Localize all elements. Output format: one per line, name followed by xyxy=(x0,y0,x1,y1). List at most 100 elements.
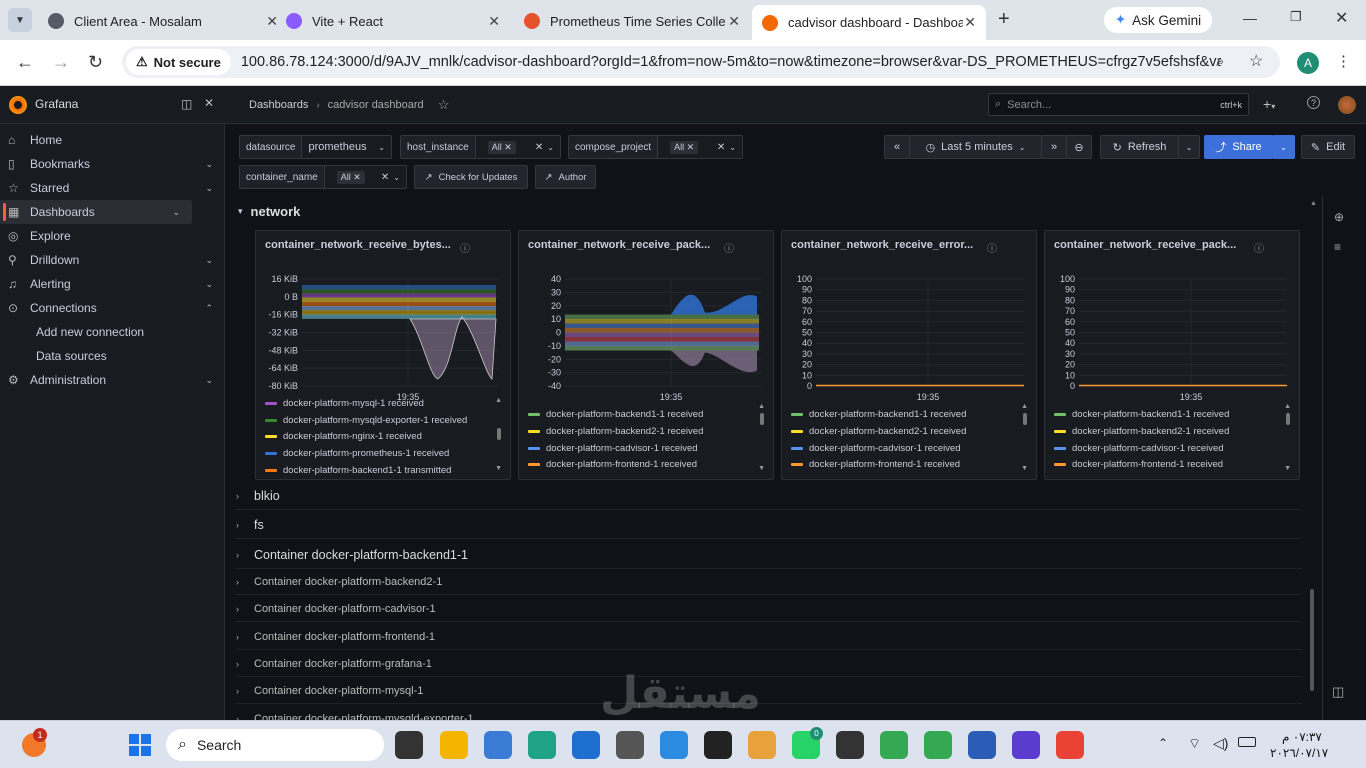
photos-icon[interactable] xyxy=(616,731,644,759)
legend-item[interactable]: docker-platform-cadvisor-1 received xyxy=(791,443,961,454)
minimize-button[interactable]: — xyxy=(1243,10,1257,26)
vscode-icon[interactable] xyxy=(660,731,688,759)
legend-scrollbar[interactable] xyxy=(1023,413,1027,425)
share-options-button[interactable]: ⌄ xyxy=(1272,135,1295,159)
time-back-button[interactable]: « xyxy=(884,135,910,159)
browser-menu-icon[interactable]: ⋮ xyxy=(1336,52,1351,70)
vertical-scrollbar[interactable] xyxy=(1310,589,1314,691)
panel-title[interactable]: container_network_receive_error... xyxy=(791,239,973,251)
search-input[interactable]: ⌕ Search... ctrl+k xyxy=(988,93,1249,116)
browser-tab[interactable]: cadvisor dashboard - Dashboar ✕ xyxy=(752,5,986,40)
legend-item[interactable]: docker-platform-backend2-1 received xyxy=(528,426,703,437)
legend-item[interactable]: docker-platform-backend1-1 received xyxy=(791,409,966,420)
bookmark-star-icon[interactable]: ☆ xyxy=(1249,51,1263,71)
legend-item[interactable]: docker-platform-nginx-1 received xyxy=(265,431,422,442)
pycharm-icon[interactable] xyxy=(704,731,732,759)
forward-icon[interactable]: → xyxy=(52,52,70,73)
dashboard-row[interactable]: › blkio xyxy=(236,489,1302,510)
volume-icon[interactable]: ◁) xyxy=(1213,735,1228,752)
refresh-button[interactable]: ↻ Refresh xyxy=(1100,135,1179,159)
toggle-pane-icon[interactable]: ◫ xyxy=(1332,684,1344,700)
breadcrumb-root[interactable]: Dashboards xyxy=(249,99,308,111)
chrome-active-icon[interactable] xyxy=(924,731,952,759)
taskbar-search[interactable]: ⌕ Search xyxy=(166,729,384,761)
chrome-profile-icon[interactable] xyxy=(1056,731,1084,759)
legend-item[interactable]: docker-platform-frontend-1 received xyxy=(1054,459,1223,470)
reload-icon[interactable]: ↻ xyxy=(88,52,103,73)
legend-item[interactable]: docker-platform-cadvisor-1 received xyxy=(528,443,698,454)
sidebar-item-administration[interactable]: ⚙ Administration ⌄ xyxy=(0,368,225,392)
chevron-down-icon[interactable]: ⌄ xyxy=(205,255,213,266)
chevron-down-icon[interactable]: ⌄ xyxy=(205,375,213,386)
edit-button[interactable]: ✎ Edit xyxy=(1301,135,1355,159)
clear-icon[interactable]: ✕ xyxy=(381,172,389,183)
store-icon[interactable] xyxy=(484,731,512,759)
dashboard-row[interactable]: › Container docker-platform-backend1-1 xyxy=(236,548,1302,569)
obs-icon[interactable] xyxy=(836,731,864,759)
info-icon[interactable]: ⓘ xyxy=(460,240,470,255)
timeseries-panel[interactable]: container_network_receive_pack... ⓘ 40 30 20… xyxy=(518,230,774,480)
timeseries-panel[interactable]: container_network_receive_bytes... ⓘ 16 Ki… xyxy=(255,230,511,480)
tab-close-icon[interactable]: ✕ xyxy=(964,14,976,31)
wifi-icon[interactable]: ⌔ xyxy=(1188,735,1201,753)
new-tab-button[interactable]: + xyxy=(998,8,1010,31)
legend-item[interactable]: docker-platform-frontend-1 received xyxy=(528,459,697,470)
panel-title[interactable]: container_network_receive_pack... xyxy=(1054,239,1236,251)
chevron-up-icon[interactable]: ⌃ xyxy=(205,303,213,314)
dashboard-row[interactable]: › Container docker-platform-mysql-1 xyxy=(236,685,1302,704)
host-instance-variable[interactable]: host_instance All ✕ ✕ ⌄ xyxy=(400,135,561,159)
dashboard-row[interactable]: › Container docker-platform-cadvisor-1 xyxy=(236,603,1302,622)
compose-project-variable[interactable]: compose_project All ✕ ✕ ⌄ xyxy=(568,135,743,159)
tray-chevron-icon[interactable]: ⌃ xyxy=(1158,736,1168,750)
panel-title[interactable]: container_network_receive_pack... xyxy=(528,239,710,251)
zoom-icon[interactable]: ⌕ xyxy=(1216,53,1224,70)
tab-close-icon[interactable]: ✕ xyxy=(728,13,740,30)
timeseries-panel[interactable]: container_network_receive_pack... ⓘ 100 90 8… xyxy=(1044,230,1300,480)
sidebar-item-drilldown[interactable]: ⚲ Drilldown ⌄ xyxy=(0,248,225,272)
dock-menu-icon[interactable]: ◫ xyxy=(181,97,192,111)
container-name-variable[interactable]: container_name All ✕ ✕ ⌄ xyxy=(239,165,407,189)
browser-tab[interactable]: Client Area - Mosalam ✕ xyxy=(38,6,288,36)
git-icon[interactable] xyxy=(748,731,776,759)
chevron-down-icon[interactable]: ⌄ xyxy=(205,279,213,290)
close-window-button[interactable]: ✕ xyxy=(1335,8,1348,28)
legend-item[interactable]: docker-platform-prometheus-1 received xyxy=(265,448,449,459)
dashboard-row[interactable]: › fs xyxy=(236,518,1302,539)
legend-item[interactable]: docker-platform-cadvisor-1 received xyxy=(1054,443,1224,454)
legend-scroll-up-icon[interactable]: ▲ xyxy=(1284,403,1291,410)
close-menu-icon[interactable]: ✕ xyxy=(204,96,214,110)
ask-gemini-button[interactable]: ✦ Ask Gemini xyxy=(1104,7,1212,33)
tab-search-button[interactable]: ▼ xyxy=(8,8,32,32)
legend-item[interactable]: docker-platform-backend2-1 received xyxy=(1054,426,1229,437)
legend-item[interactable]: docker-platform-backend1-1 transmitted xyxy=(265,465,451,476)
legend-item[interactable]: docker-platform-backend1-1 received xyxy=(528,409,703,420)
grafana-logo-icon[interactable] xyxy=(9,96,27,114)
dashboard-row[interactable]: › Container docker-platform-backend2-1 xyxy=(236,576,1302,595)
edge-icon[interactable] xyxy=(528,731,556,759)
clock-date[interactable]: ٢٠٢٦/٠٧/١٧ xyxy=(1270,746,1328,760)
clock-time[interactable]: ٠٧:٣٧ م xyxy=(1282,730,1322,744)
vivaldi-icon[interactable] xyxy=(1012,731,1040,759)
legend-scroll-down-icon[interactable]: ▼ xyxy=(495,465,502,472)
legend-item[interactable]: docker-platform-mysql-1 received xyxy=(265,398,424,409)
legend-scroll-down-icon[interactable]: ▼ xyxy=(758,465,765,472)
add-panel-icon[interactable]: ⊕ xyxy=(1334,210,1344,224)
info-icon[interactable]: ⓘ xyxy=(1254,240,1264,255)
start-icon[interactable] xyxy=(129,734,151,756)
sidebar-item-dashboards[interactable]: ▦ Dashboards ⌄ xyxy=(0,200,192,224)
powershell-icon[interactable] xyxy=(968,731,996,759)
sidebar-item-data-sources[interactable]: Data sources xyxy=(0,344,225,368)
zoom-out-button[interactable]: ⊖ xyxy=(1066,135,1092,159)
author-link[interactable]: ↗ Author xyxy=(535,165,596,189)
legend-item[interactable]: docker-platform-backend2-1 received xyxy=(791,426,966,437)
scrollbar-up-icon[interactable]: ▲ xyxy=(1310,200,1317,207)
dashboard-row[interactable]: › Container docker-platform-frontend-1 xyxy=(236,631,1302,650)
clear-icon[interactable]: ✕ xyxy=(717,142,725,153)
legend-scrollbar[interactable] xyxy=(497,428,501,440)
clear-icon[interactable]: ✕ xyxy=(535,142,543,153)
browser-tab[interactable]: Prometheus Time Series Collect ✕ xyxy=(514,6,750,36)
legend-item[interactable]: docker-platform-mysqld-exporter-1 receiv… xyxy=(265,415,467,426)
sidebar-item-connections[interactable]: ⊙ Connections ⌃ xyxy=(0,296,225,320)
browser-tab[interactable]: Vite + React ✕ xyxy=(276,6,510,36)
dashboard-row[interactable]: › Container docker-platform-grafana-1 xyxy=(236,658,1302,677)
